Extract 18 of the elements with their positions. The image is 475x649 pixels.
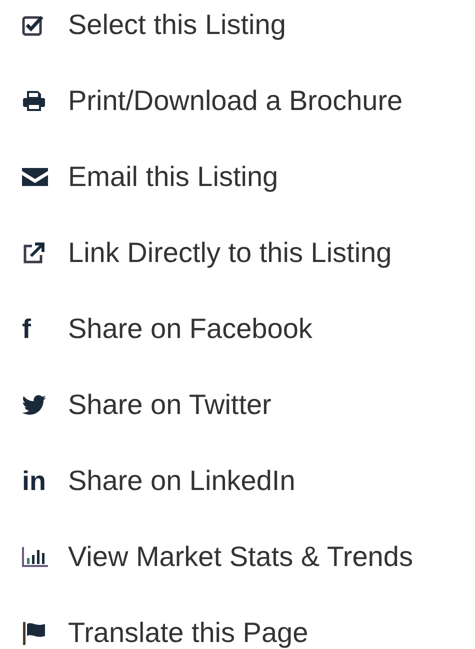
action-link[interactable]: Link Directly to this Listing — [68, 237, 392, 269]
action-link[interactable]: Share on Facebook — [68, 313, 312, 345]
action-link[interactable]: Translate this Page — [68, 617, 308, 649]
checkbox-icon — [22, 14, 46, 36]
linkedin-icon: in — [22, 468, 46, 494]
external-link-icon — [22, 242, 46, 264]
facebook-icon: f — [22, 316, 31, 342]
printer-icon — [22, 90, 46, 112]
bird-icon — [22, 395, 46, 415]
flag-icon — [22, 621, 46, 645]
action-link[interactable]: Share on Twitter — [68, 389, 272, 421]
action-link[interactable]: Email this Listing — [68, 161, 278, 193]
bar-chart-icon — [22, 547, 48, 567]
action-link[interactable]: Share on LinkedIn — [68, 465, 296, 497]
action-link[interactable]: View Market Stats & Trends — [68, 541, 413, 573]
action-link[interactable]: Select this Listing — [68, 9, 286, 41]
action-link[interactable]: Print/Download a Brochure — [68, 85, 403, 117]
envelope-icon — [22, 167, 48, 187]
